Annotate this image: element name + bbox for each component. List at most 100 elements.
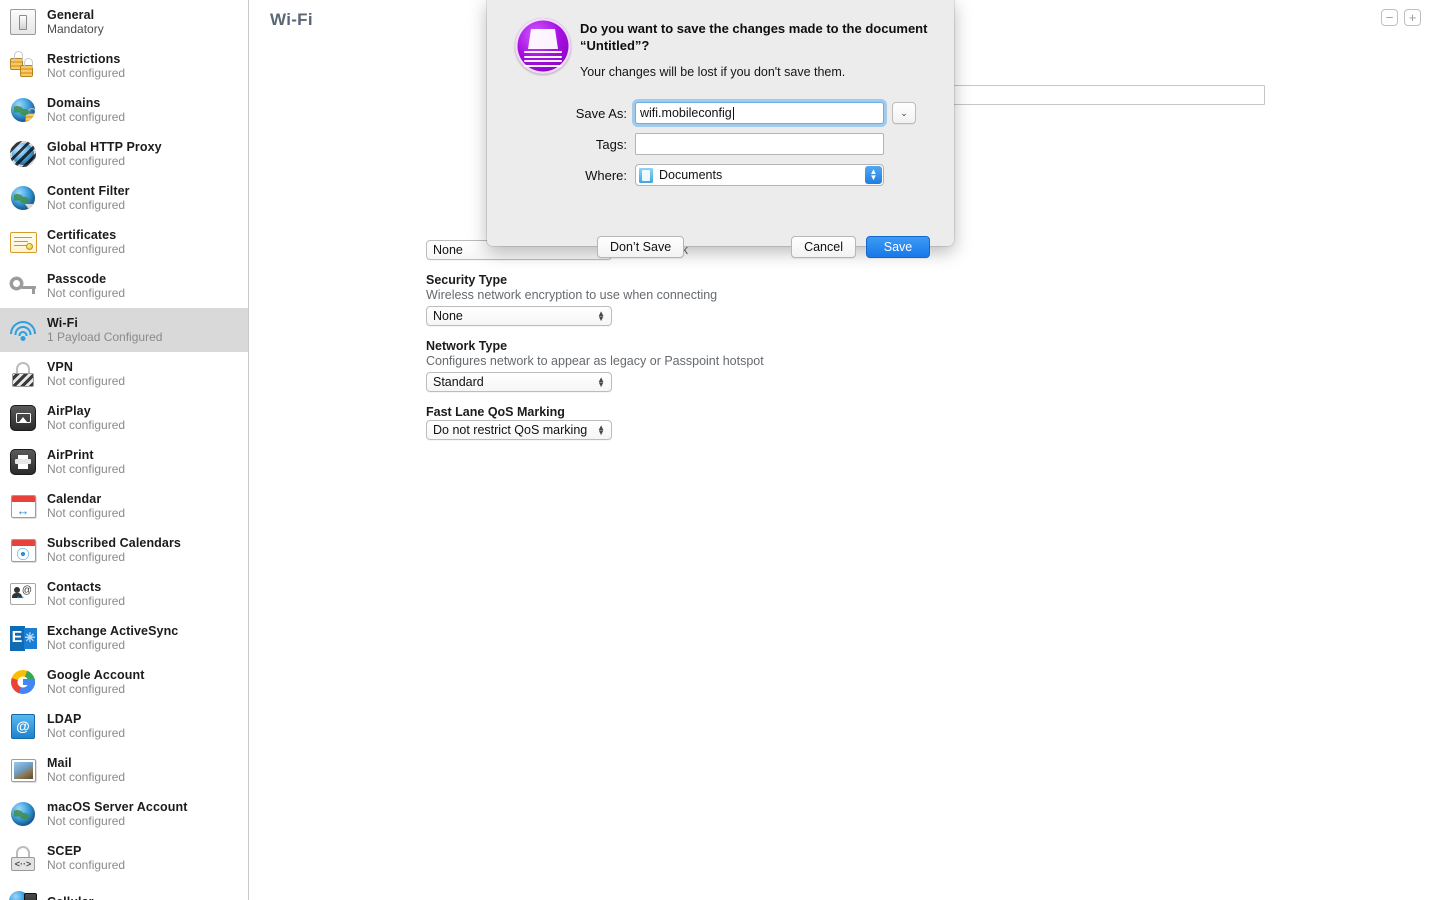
- contacts-icon: @ ↔: [8, 579, 38, 609]
- sidebar-item-certificates[interactable]: Certificates Not configured: [0, 220, 248, 264]
- dont-save-button[interactable]: Don’t Save: [597, 236, 685, 258]
- sidebar-item-content-filter[interactable]: Content Filter Not configured: [0, 176, 248, 220]
- sidebar-item-status: Not configured: [47, 550, 126, 565]
- sidebar-item-vpn[interactable]: VPN Not configured: [0, 352, 248, 396]
- sidebar-item-text: Cellular: [47, 895, 94, 900]
- select-stepper-icon[interactable]: ▲▼: [597, 376, 605, 389]
- expand-browser-button[interactable]: ⌄: [892, 102, 916, 124]
- zoom-in-button[interactable]: +: [1404, 9, 1421, 26]
- sidebar-item-status: Not configured: [47, 286, 126, 301]
- profile-document-icon: [515, 18, 571, 74]
- sidebar-item-label: Certificates: [47, 227, 117, 242]
- sidebar-item-label: Passcode: [47, 271, 107, 286]
- tags-label: Tags:: [595, 136, 627, 152]
- form-field: Security Type Wireless network encryption…: [426, 273, 1126, 326]
- sidebar-item-text: AirPlay Not configured: [47, 404, 125, 433]
- sidebar-item-status: 1 Payload Configured: [47, 330, 163, 345]
- sidebar-item-wi-fi[interactable]: Wi-Fi 1 Payload Configured: [0, 308, 248, 352]
- dialog-subtitle: Your changes will be lost if you don't s…: [580, 65, 846, 79]
- sidebar-item-text: Exchange ActiveSync Not configured: [47, 624, 178, 653]
- sidebar-item-text: Subscribed Calendars Not configured: [47, 536, 181, 565]
- dialog-title: Do you want to save the changes made to …: [580, 21, 928, 54]
- sidebar-item-airplay[interactable]: AirPlay Not configured: [0, 396, 248, 440]
- sidebar-item-macos-server-account[interactable]: macOS Server Account Not configured: [0, 792, 248, 836]
- sidebar-item-domains[interactable]: Domains Not configured: [0, 88, 248, 132]
- cancel-button[interactable]: Cancel: [791, 236, 856, 258]
- select-stepper-icon[interactable]: ▲▼: [597, 310, 605, 323]
- sidebar-item-exchange-activesync[interactable]: E ✳ Exchange ActiveSync Not configured: [0, 616, 248, 660]
- select-stepper-icon[interactable]: ▲▼: [597, 424, 605, 437]
- save-as-value: wifi.mobileconfig: [640, 106, 732, 120]
- subscribed-calendars-icon: ⦿: [8, 535, 38, 565]
- sidebar-item-status: Not configured: [47, 418, 126, 433]
- sidebar-item-restrictions[interactable]: Restrictions Not configured: [0, 44, 248, 88]
- sidebar-item-label: VPN: [47, 359, 74, 374]
- sidebar-item-text: AirPrint Not configured: [47, 448, 125, 477]
- sidebar-item-calendar[interactable]: ↔ Calendar Not configured: [0, 484, 248, 528]
- sidebar-item-contacts[interactable]: @ ↔ Contacts Not configured: [0, 572, 248, 616]
- form-field: Network Type Configures network to appear…: [426, 339, 1126, 392]
- sidebar-item-scep[interactable]: <··> SCEP Not configured: [0, 836, 248, 880]
- sidebar-item-label: macOS Server Account: [47, 799, 188, 814]
- sidebar-item-global-http-proxy[interactable]: Global HTTP Proxy Not configured: [0, 132, 248, 176]
- save-as-input[interactable]: wifi.mobileconfig: [635, 102, 884, 124]
- domains-icon: [8, 95, 38, 125]
- sidebar-item-passcode[interactable]: Passcode Not configured: [0, 264, 248, 308]
- sidebar-item-text: Wi-Fi 1 Payload Configured: [47, 316, 162, 345]
- sidebar-item-mail[interactable]: Mail Not configured: [0, 748, 248, 792]
- sidebar-item-status: Not configured: [47, 726, 126, 741]
- zoom-out-button[interactable]: −: [1381, 9, 1398, 26]
- sidebar-item-text: Contacts Not configured: [47, 580, 125, 609]
- wifi-icon: [8, 315, 38, 345]
- field-select[interactable]: Standard ▲ ▼: [426, 372, 612, 392]
- certificates-icon: [8, 227, 38, 257]
- wifi-settings-form: None▲▼Security TypeWireless network encr…: [426, 240, 1126, 453]
- tags-row: Tags:: [487, 133, 954, 155]
- sidebar-item-subscribed-calendars[interactable]: ⦿ Subscribed Calendars Not configured: [0, 528, 248, 572]
- sidebar-item-status: Not configured: [47, 198, 126, 213]
- chevron-updown-icon[interactable]: ▲ ▼: [865, 166, 882, 184]
- sidebar-item-label: SCEP: [47, 843, 82, 858]
- sidebar-item-status: Mandatory: [47, 22, 104, 37]
- sidebar-item-label: Contacts: [47, 579, 102, 594]
- sidebar-item-label: AirPlay: [47, 403, 91, 418]
- app-window: General Mandatory Restrictions Not configur…: [0, 0, 1440, 900]
- sidebar-item-label: Domains: [47, 95, 101, 110]
- where-value: Documents: [659, 168, 723, 182]
- mail-icon: [8, 755, 38, 785]
- sidebar-item-status: Not configured: [47, 462, 126, 477]
- sidebar-item-label: Global HTTP Proxy: [47, 139, 162, 154]
- sidebar-item-label: Google Account: [47, 667, 145, 682]
- save-as-label: Save As:: [575, 105, 627, 121]
- field-label: Network Type: [426, 339, 508, 353]
- field-select[interactable]: Do not restrict QoS marking ▲ ▼: [426, 420, 612, 440]
- restrictions-icon: [8, 51, 38, 81]
- sidebar-item-label: Subscribed Calendars: [47, 535, 181, 550]
- sidebar-item-general[interactable]: General Mandatory: [0, 0, 248, 44]
- tags-input[interactable]: [635, 133, 884, 155]
- field-label: Fast Lane QoS Marking: [426, 405, 565, 419]
- sidebar-item-ldap[interactable]: @ LDAP Not configured: [0, 704, 248, 748]
- field-select-value: Standard: [433, 375, 484, 389]
- payload-sidebar[interactable]: General Mandatory Restrictions Not configur…: [0, 0, 249, 900]
- form-field: Fast Lane QoS Marking Do not restrict QoS…: [426, 405, 1126, 440]
- ldap-icon: @: [8, 711, 38, 741]
- field-select[interactable]: None ▲▼: [426, 306, 612, 326]
- save-changes-dialog: Do you want to save the changes made to …: [487, 0, 954, 258]
- sidebar-item-airprint[interactable]: AirPrint Not configured: [0, 440, 248, 484]
- sidebar-item-text: VPN Not configured: [47, 360, 125, 389]
- save-button[interactable]: Save: [866, 236, 930, 258]
- obscured-text-input[interactable]: [927, 85, 1265, 105]
- exchange-icon: E ✳: [8, 623, 38, 653]
- sidebar-item-text: Restrictions Not configured: [47, 52, 125, 81]
- where-popup-button[interactable]: Documents ▲ ▼: [635, 164, 884, 186]
- sidebar-item-google-account[interactable]: Google Account Not configured: [0, 660, 248, 704]
- sidebar-item-status: Not configured: [47, 154, 126, 169]
- sidebar-item-text: Google Account Not configured: [47, 668, 144, 697]
- scep-icon: <··>: [8, 843, 38, 873]
- sidebar-item-cellular[interactable]: Cellular: [0, 880, 248, 900]
- sidebar-item-label: Cellular: [47, 895, 94, 900]
- sidebar-item-text: Certificates Not configured: [47, 228, 125, 257]
- macos-server-icon: [8, 799, 38, 829]
- sidebar-item-status: Not configured: [47, 638, 126, 653]
